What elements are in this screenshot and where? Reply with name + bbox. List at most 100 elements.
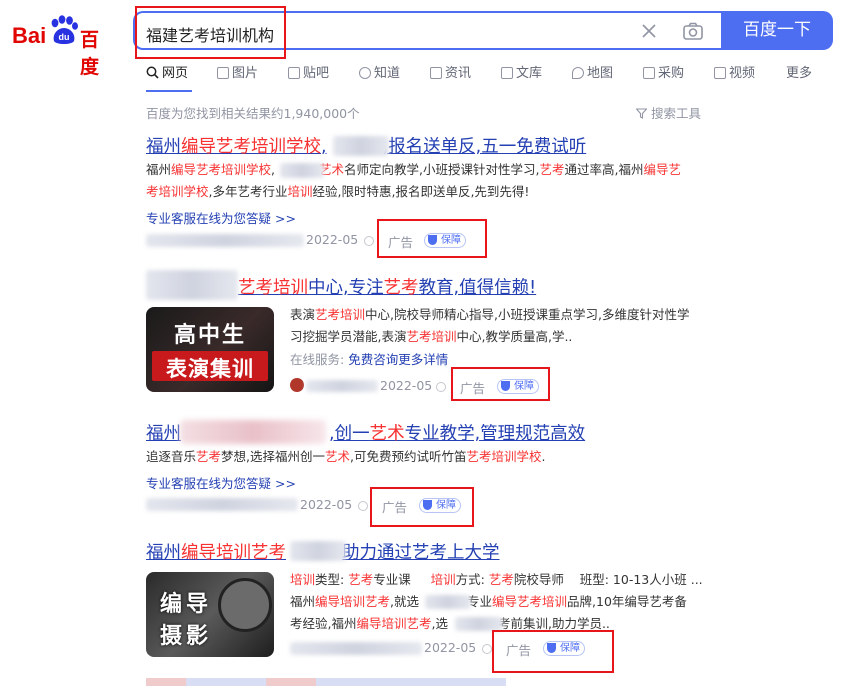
desc-highlight: 培训 — [287, 184, 313, 199]
logo-text-baidu-cn: 百度 — [80, 30, 101, 78]
title-text: 福州 — [146, 137, 181, 157]
result-1-desc-line1: 福州编导艺考培训学校, 艺术名师定向教学,小班授课针对性学习,艺考通过率高,福州编… — [146, 159, 681, 181]
title-highlight: 艺考 — [383, 278, 419, 298]
tab-tieba-label: 贴吧 — [303, 66, 330, 81]
desc-text: ,多年艺考行业 — [208, 184, 288, 199]
desc-text: . — [541, 449, 546, 464]
desc-text: 福州 — [290, 594, 316, 609]
doc-icon — [501, 67, 513, 79]
tab-zhidao[interactable]: 知道 — [359, 65, 400, 85]
annotation-box-ad-4 — [492, 630, 614, 673]
tab-web[interactable]: 网页 — [146, 65, 188, 85]
title-text: 福州 — [146, 543, 181, 563]
redacted-url — [146, 498, 298, 511]
desc-text: 追逐音乐 — [146, 449, 197, 464]
desc-text: ,选 — [431, 616, 448, 631]
redacted-url — [306, 380, 378, 392]
search-tools-label: 搜索工具 — [651, 106, 702, 121]
tab-map[interactable]: 地图 — [572, 65, 613, 85]
desc-text: 习挖掘学员潜能,表演 — [290, 329, 407, 344]
desc-text: 中心,教学质量高,学.. — [456, 329, 573, 344]
clear-icon[interactable] — [640, 22, 658, 40]
next-result-cutoff — [146, 678, 506, 686]
desc-highlight: 艺考 — [539, 162, 565, 177]
logo-text-bai: Bai — [12, 23, 47, 48]
annotation-box-query — [135, 6, 286, 59]
result-1-service-link[interactable]: 专业客服在线为您答疑 >> — [146, 208, 296, 227]
annotation-box-ad-2 — [451, 367, 550, 401]
redacted-url — [290, 642, 422, 655]
annotation-box-ad-1 — [377, 219, 487, 258]
title-text: ,创一 — [329, 424, 370, 444]
map-icon — [572, 67, 584, 79]
service-link-details[interactable]: 更多详情 — [398, 352, 448, 367]
desc-highlight: 艺考培训 — [406, 329, 457, 344]
desc-highlight: 编导培训艺考 — [356, 616, 432, 631]
tab-news[interactable]: 资讯 — [430, 65, 471, 85]
title-text: 福州 — [146, 424, 181, 444]
result-1-date: 2022-05 — [306, 232, 359, 247]
desc-highlight: 艺考 — [488, 572, 514, 587]
tab-tieba[interactable]: 贴吧 — [288, 65, 329, 85]
title-text: 助力通过艺考上大学 — [342, 543, 500, 563]
desc-text: 表演 — [290, 307, 316, 322]
dot-icon — [482, 644, 492, 654]
redacted-block — [455, 617, 503, 631]
search-button[interactable]: 百度一下 — [721, 11, 833, 50]
site-favicon — [290, 378, 304, 392]
desc-text: 班型: 10-13人小班 ... — [579, 572, 703, 587]
tab-more[interactable]: 更多 — [786, 65, 812, 85]
desc-text: 梦想,选择福州创一 — [221, 449, 326, 464]
service-link-consult[interactable]: 免费咨询 — [348, 352, 398, 367]
desc-highlight: 艺术 — [325, 449, 351, 464]
tab-wenku-label: 文库 — [516, 66, 543, 81]
tab-images[interactable]: 图片 — [217, 65, 258, 85]
image-icon — [217, 67, 229, 79]
title-text: 专业教学,管理规范高效 — [404, 424, 586, 444]
desc-text: ,就选 — [390, 594, 420, 609]
desc-highlight: 培训 — [430, 572, 456, 587]
result-4-desc-line1: 培训类型: 艺考专业课 培训方式: 艺考院校导师 班型: 10-13人小班 ..… — [290, 569, 703, 591]
desc-text: 院校导师 — [513, 572, 564, 587]
title-highlight: 艺考培训 — [238, 278, 308, 298]
desc-text: 专业课 — [373, 572, 411, 587]
desc-highlight: 培训 — [290, 572, 316, 587]
redacted-block — [290, 541, 346, 561]
result-2-thumbnail[interactable]: 高中生 表演集训 — [146, 307, 274, 392]
result-4-date: 2022-05 — [424, 640, 477, 655]
camera-icon[interactable] — [683, 22, 703, 40]
active-tab-indicator — [146, 90, 192, 92]
search-tools[interactable]: 搜索工具 — [635, 103, 702, 122]
redacted-block — [333, 136, 389, 156]
desc-highlight: 艺考培训 — [315, 307, 366, 322]
result-4-thumbnail[interactable]: 编导 摄影 — [146, 572, 274, 657]
news-icon — [430, 67, 442, 79]
result-3-service-link[interactable]: 专业客服在线为您答疑 >> — [146, 473, 296, 492]
redacted-block — [425, 595, 471, 609]
thumb-line1: 高中生 — [173, 323, 246, 348]
baidu-logo[interactable]: Bai du 百度 — [12, 13, 116, 78]
desc-text: 福州 — [146, 162, 172, 177]
tab-news-label: 资讯 — [445, 66, 472, 81]
result-2-date: 2022-05 — [380, 378, 433, 393]
tab-wenku[interactable]: 文库 — [501, 65, 542, 85]
result-3-desc: 追逐音乐艺考梦想,选择福州创一艺术,可免费预约试听竹笛艺考培训学校. — [146, 446, 546, 468]
tab-purchase[interactable]: 采购 — [643, 65, 684, 85]
result-2-service: 在线服务: 免费咨询更多详情 — [290, 349, 448, 371]
desc-text: 经验,限时特惠,报名即送单反,先到先得! — [312, 184, 530, 199]
desc-highlight: 编导艺考培训学校 — [171, 162, 272, 177]
result-1-desc-line2: 考培训学校,多年艺考行业培训经验,限时特惠,报名即送单反,先到先得! — [146, 181, 529, 203]
video-icon — [714, 67, 726, 79]
desc-text: 中心,院校导师精心指导,小班授课重点学习,多维度针对性学 — [365, 307, 690, 322]
desc-highlight: 艺考培训学校 — [466, 449, 542, 464]
tab-web-label: 网页 — [162, 66, 189, 81]
dot-icon — [364, 236, 374, 246]
desc-text: 考前集训,助力学员.. — [497, 616, 610, 631]
desc-highlight: 艺考 — [196, 449, 222, 464]
tieba-icon — [288, 67, 300, 79]
tab-video[interactable]: 视频 — [714, 65, 755, 85]
title-text: ,报名送单反,五一免费试听 — [382, 137, 587, 157]
desc-text: 通过率高,福州 — [564, 162, 644, 177]
desc-text: ,可免费预约试听竹笛 — [350, 449, 467, 464]
desc-text: 考经验,福州 — [290, 616, 357, 631]
